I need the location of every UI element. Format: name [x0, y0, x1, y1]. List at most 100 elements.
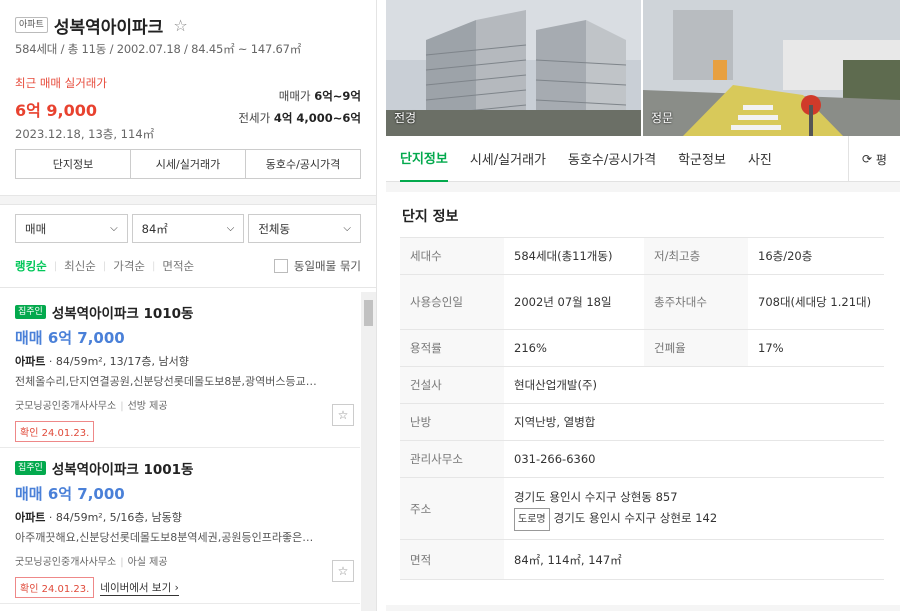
agent-divider: |	[120, 401, 124, 412]
dong-select[interactable]: 전체동 ⌵	[248, 214, 362, 243]
sort-ranking[interactable]: 랭킹순	[15, 258, 47, 274]
info-value: 708대(세대당 1.21대)	[748, 274, 884, 330]
tab-price[interactable]: 시세/실거래가	[470, 136, 546, 182]
info-key: 건폐율	[644, 329, 748, 367]
info-value: 2002년 07월 18일	[504, 274, 644, 330]
info-key: 건설사	[400, 366, 504, 404]
listing-price: 매매 6억 7,000	[15, 485, 125, 503]
owner-badge: 집주인	[15, 461, 46, 475]
complex-info-table: 세대수 584세대(총11개동) 저/최고층 16층/20층 사용승인일 200…	[400, 237, 884, 580]
price-summary: 최근 매매 실거래가 6억 9,000 2023.12.18, 13층, 114…	[15, 75, 361, 141]
view-on-naver-link[interactable]: 네이버에서 보기 ›	[100, 580, 179, 596]
tab-complex-info[interactable]: 단지정보	[400, 136, 448, 182]
sort-latest[interactable]: 최신순	[64, 258, 96, 274]
table-row: 면적 84㎡, 114㎡, 147㎡	[400, 539, 884, 580]
price-ranges: 매매가 6억~9억 전세가 4억 4,000~6억	[238, 85, 361, 129]
gate-photo-image	[643, 0, 900, 136]
listing-features: 아주깨끗해요,신분당선롯데몰도보8분역세권,공원등인프라좋은…	[15, 531, 314, 544]
trade-type-select[interactable]: 매매 ⌵	[15, 214, 128, 243]
listing-provider: 아실 제공	[127, 557, 168, 568]
listing-name[interactable]: 성복역아이파크 1001동	[52, 458, 194, 478]
listing-desc: 아파트 · 84/59m², 5/16층, 남동향	[15, 509, 345, 525]
complex-button-row: 단지정보 시세/실거래가 동호수/공시가격	[15, 149, 361, 179]
listing-name[interactable]: 성복역아이파크 1010동	[52, 302, 194, 322]
right-panel: 전경 정문 단지정보 시세/실거래가 동호수/공시가격 학군정보 사진 ⟳ 평 …	[386, 0, 900, 611]
photo-exterior[interactable]: 전경	[386, 0, 641, 136]
listing-scrollbar[interactable]	[361, 292, 376, 611]
complex-title: 성복역아이파크	[53, 17, 164, 38]
jeonse-range-value: 4억 4,000~6억	[273, 111, 361, 125]
info-value: 경기도 용인시 수지구 상현동 857 도로명 경기도 용인시 수지구 상현로 1…	[504, 477, 884, 540]
section-divider	[0, 195, 376, 205]
info-key: 사용승인일	[400, 274, 504, 330]
jeonse-range-label: 전세가	[238, 111, 271, 125]
listing-price: 매매 6억 7,000	[15, 329, 125, 347]
listing-footer: 확인 24.01.23. 네이버에서 보기 ›	[15, 577, 345, 598]
listing-favorite-star-icon[interactable]: ☆	[332, 404, 354, 426]
info-key: 관리사무소	[400, 440, 504, 478]
address-lot: 경기도 용인시 수지구 상현동 857	[514, 489, 678, 504]
list-item[interactable]: 집주인 성복역아이파크 1010동 매매 6억 7,000 아파트 · 84/5…	[0, 292, 360, 448]
listing-kind: 아파트	[15, 511, 46, 524]
listing-features: 전체올수리,단지연결공원,신분당선롯데몰도보8분,광역버스등교…	[15, 375, 317, 388]
tab-photos[interactable]: 사진	[748, 136, 772, 182]
info-key: 저/최고층	[644, 237, 748, 275]
sale-range-row: 매매가 6억~9억	[238, 85, 361, 107]
owner-badge: 집주인	[15, 305, 46, 319]
address-road-row: 도로명 경기도 용인시 수지구 상현로 142	[514, 507, 874, 531]
listing-desc: 아파트 · 84/59m², 13/17층, 남서향	[15, 353, 345, 369]
info-key: 면적	[400, 539, 504, 580]
sort-price[interactable]: 가격순	[113, 258, 145, 274]
photo-caption-exterior: 전경	[394, 111, 417, 125]
info-value: 지역난방, 열병합	[504, 403, 884, 441]
listing-footer: 확인 24.01.23.	[15, 421, 345, 442]
pyeong-toggle-button[interactable]: ⟳ 평	[848, 136, 900, 182]
info-value: 84㎡, 114㎡, 147㎡	[504, 539, 884, 580]
address-road: 경기도 용인시 수지구 상현로 142	[553, 510, 718, 525]
photo-caption-gate: 정문	[651, 111, 674, 125]
table-row: 용적률 216% 건폐율 17%	[400, 329, 884, 367]
info-key: 난방	[400, 403, 504, 441]
complex-meta: 584세대 / 총 11동 / 2002.07.18 / 84.45㎡ ~ 14…	[15, 42, 302, 56]
list-item[interactable]: 집주인 성복역아이파크 1001동 매매 6억 7,000 아파트 · 84/5…	[0, 448, 360, 604]
tab-school[interactable]: 학군정보	[678, 136, 726, 182]
complex-info-button[interactable]: 단지정보	[16, 150, 131, 178]
listing-title-row: 집주인 성복역아이파크 1010동	[15, 302, 345, 322]
road-name-badge: 도로명	[514, 507, 550, 531]
photo-strip: 전경 정문	[386, 0, 900, 136]
listing-list[interactable]: 집주인 성복역아이파크 1010동 매매 6억 7,000 아파트 · 84/5…	[0, 292, 376, 611]
exterior-photo-image	[386, 0, 641, 136]
bundle-toggle[interactable]: 동일매물 묶기	[273, 258, 361, 274]
trade-type-value: 매매	[25, 221, 47, 236]
listing-provider: 선방 제공	[127, 401, 168, 412]
table-row: 건설사 현대산업개발(주)	[400, 366, 884, 404]
photo-gate[interactable]: 정문	[643, 0, 900, 136]
sale-range-label: 매매가	[278, 89, 311, 103]
pyeong-label: 평	[875, 152, 887, 167]
price-history-button[interactable]: 시세/실거래가	[131, 150, 246, 178]
table-row: 세대수 584세대(총11개동) 저/최고층 16층/20층	[400, 237, 884, 275]
dong-value: 전체동	[258, 221, 291, 236]
listing-favorite-star-icon[interactable]: ☆	[332, 560, 354, 582]
list-divider	[0, 287, 376, 288]
info-value: 216%	[504, 329, 644, 367]
sort-row: 랭킹순 | 최신순 | 가격순 | 면적순 동일매물 묶기	[0, 257, 376, 275]
tab-unit-price[interactable]: 동호수/공시가격	[568, 136, 656, 182]
sort-area[interactable]: 면적순	[162, 258, 194, 274]
bundle-checkbox[interactable]	[273, 259, 288, 273]
listing-kind: 아파트	[15, 355, 46, 368]
scrollbar-thumb[interactable]	[364, 300, 373, 326]
area-value: 84㎡	[141, 221, 168, 236]
agent-divider: |	[120, 557, 124, 568]
complex-info-section: 단지 정보 세대수 584세대(총11개동) 저/최고층 16층/20층 사용승…	[386, 192, 900, 605]
complex-header: 아파트 성복역아이파크 ☆ 584세대 / 총 11동 / 2002.07.18…	[0, 0, 376, 179]
chevron-down-icon: ⌵	[343, 223, 352, 234]
listing-agent-row: 굿모닝공인중개사사무소 | 아실 제공	[15, 553, 345, 568]
sort-divider: |	[152, 260, 156, 272]
filter-row: 매매 ⌵ 84㎡ ⌵ 전체동 ⌵	[0, 205, 376, 243]
listing-title-row: 집주인 성복역아이파크 1001동	[15, 458, 345, 478]
unit-price-button[interactable]: 동호수/공시가격	[246, 150, 360, 178]
info-key: 총주차대수	[644, 274, 748, 330]
area-select[interactable]: 84㎡ ⌵	[131, 214, 245, 243]
favorite-star-icon[interactable]: ☆	[173, 16, 187, 35]
